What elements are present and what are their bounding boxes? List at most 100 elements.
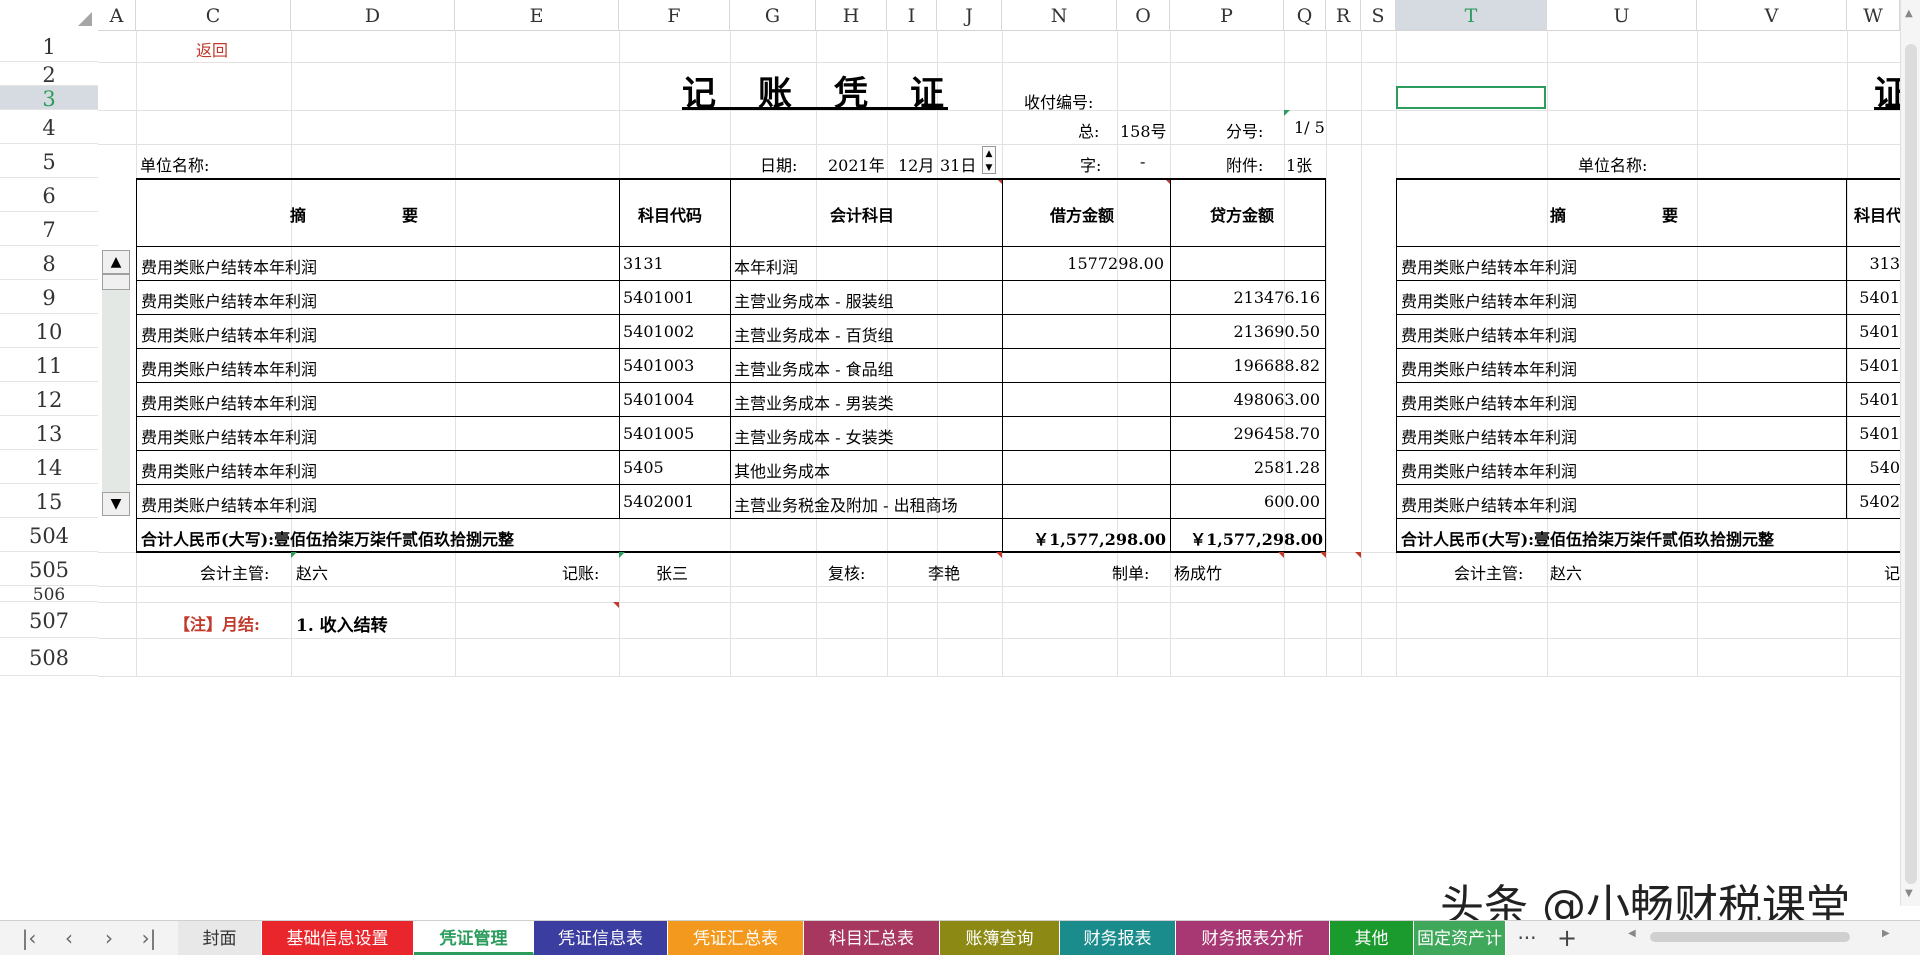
supervisor-name-second: 赵六 — [1550, 564, 1583, 583]
entry-credit: 213690.50 — [1233, 322, 1320, 341]
col-header-o[interactable]: O — [1117, 0, 1170, 30]
col-header-p[interactable]: P — [1170, 0, 1284, 30]
entry-summary-second: 费用类账户结转本年利润 — [1401, 258, 1578, 277]
col-header-e[interactable]: E — [455, 0, 619, 30]
col-header-n[interactable]: N — [1002, 0, 1117, 30]
attach-label: 附件: — [1226, 156, 1264, 175]
col-header-c[interactable]: C — [136, 0, 291, 30]
row-header-14[interactable]: 14 — [0, 450, 98, 484]
col-header-g[interactable]: G — [730, 0, 816, 30]
row-scroll-track[interactable] — [102, 275, 130, 498]
date-spinner[interactable]: ▲ ▼ — [982, 146, 996, 174]
row-header-2[interactable]: 2 — [0, 62, 98, 87]
entry-code: 3131 — [623, 254, 664, 273]
vertical-scroll-thumb[interactable] — [1905, 44, 1917, 884]
total-label: 总: — [1078, 122, 1100, 141]
row-header-8[interactable]: 8 — [0, 246, 98, 280]
prev-sheet-icon[interactable]: ‹ — [54, 921, 84, 955]
scroll-right-icon[interactable]: ▶ — [1882, 928, 1890, 939]
col-header-r[interactable]: R — [1326, 0, 1361, 30]
scroll-top-icon[interactable]: ▲ — [1905, 8, 1913, 19]
entry-code: 5401003 — [623, 356, 695, 375]
sub-value: 1/ 5 — [1294, 118, 1325, 137]
horizontal-scrollbar[interactable]: ◀ ▶ — [1620, 926, 1900, 946]
col-header-a[interactable]: A — [98, 0, 136, 30]
row-header-4[interactable]: 4 — [0, 110, 98, 144]
row-header-506[interactable]: 506 — [0, 586, 98, 604]
row-header-508[interactable]: 508 — [0, 638, 98, 676]
col-header-h[interactable]: H — [816, 0, 887, 30]
total-amount-words-second: 合计人民币(大写):壹佰伍拾柒万柒仟贰佰玖拾捌元整 — [1401, 530, 1775, 549]
row-header-9[interactable]: 9 — [0, 280, 98, 314]
row-header-505[interactable]: 505 — [0, 552, 98, 586]
entry-code-second: 5401 — [1859, 424, 1900, 443]
tab-voucher-info[interactable]: 凭证信息表 — [534, 921, 668, 955]
col-header-d[interactable]: D — [291, 0, 455, 30]
scroll-left-icon[interactable]: ◀ — [1628, 928, 1636, 939]
add-sheet-icon[interactable]: + — [1552, 921, 1582, 955]
scroll-up-icon[interactable]: ▲ — [102, 250, 130, 274]
col-header-w[interactable]: W — [1847, 0, 1900, 30]
row-header-5[interactable]: 5 — [0, 144, 98, 178]
col-header-u[interactable]: U — [1547, 0, 1697, 30]
entry-summary: 费用类账户结转本年利润 — [141, 394, 318, 413]
entry-code-second: 5402 — [1859, 492, 1900, 511]
tab-cover[interactable]: 封面 — [178, 921, 262, 955]
row-header-12[interactable]: 12 — [0, 382, 98, 416]
next-sheet-icon[interactable]: › — [94, 921, 124, 955]
row-header-11[interactable]: 11 — [0, 348, 98, 382]
col-header-v[interactable]: V — [1697, 0, 1847, 30]
entry-summary: 费用类账户结转本年利润 — [141, 326, 318, 345]
reviewer-label: 复核: — [828, 564, 866, 583]
col-header-q[interactable]: Q — [1284, 0, 1326, 30]
sub-label: 分号: — [1226, 122, 1264, 141]
row-header-1[interactable]: 1 — [0, 30, 98, 62]
tab-ledger-query[interactable]: 账簿查询 — [940, 921, 1060, 955]
tab-financial-statements[interactable]: 财务报表 — [1060, 921, 1176, 955]
header-summary-second: 摘 要 — [1550, 206, 1679, 225]
vertical-scrollbar[interactable]: ▲ ▼ — [1900, 0, 1920, 906]
entry-summary-second: 费用类账户结转本年利润 — [1401, 292, 1578, 311]
date-label: 日期: — [760, 156, 798, 175]
row-scroll-thumb[interactable] — [102, 274, 130, 290]
scroll-bottom-icon[interactable]: ▼ — [1905, 888, 1913, 899]
horizontal-scroll-thumb[interactable] — [1650, 932, 1850, 942]
row-header-7[interactable]: 7 — [0, 212, 98, 246]
bookkeeper-label: 记账: — [562, 564, 600, 583]
scroll-down-icon[interactable]: ▼ — [102, 492, 130, 516]
first-sheet-icon[interactable]: |‹ — [14, 921, 44, 955]
row-header-6[interactable]: 6 — [0, 178, 98, 212]
row-header-10[interactable]: 10 — [0, 314, 98, 348]
selected-cell-t3[interactable] — [1396, 86, 1546, 109]
row-header-3[interactable]: 3 — [0, 86, 98, 111]
tab-statement-analysis[interactable]: 财务报表分析 — [1176, 921, 1330, 955]
col-header-f[interactable]: F — [619, 0, 730, 30]
bookkeeper-label-second: 记 — [1884, 564, 1900, 583]
select-all-corner[interactable] — [0, 0, 98, 30]
tab-account-summary[interactable]: 科目汇总表 — [804, 921, 940, 955]
column-header-bar: A C D E F G H I J N O P Q R S T U V W — [0, 0, 1900, 31]
back-link[interactable]: 返回 — [196, 37, 228, 61]
entry-summary: 费用类账户结转本年利润 — [141, 428, 318, 447]
tab-voucher-summary[interactable]: 凭证汇总表 — [668, 921, 804, 955]
row-header-15[interactable]: 15 — [0, 484, 98, 518]
entry-code: 5401001 — [623, 288, 695, 307]
reviewer-name: 李艳 — [928, 564, 961, 583]
col-header-i[interactable]: I — [887, 0, 937, 30]
row-header-13[interactable]: 13 — [0, 416, 98, 450]
col-header-t[interactable]: T — [1396, 0, 1547, 30]
col-header-s[interactable]: S — [1361, 0, 1396, 30]
entry-account: 主营业务成本 - 服装组 — [734, 292, 894, 311]
tab-voucher-management[interactable]: 凭证管理 — [414, 921, 534, 955]
last-sheet-icon[interactable]: ›| — [134, 921, 164, 955]
tab-basic-settings[interactable]: 基础信息设置 — [262, 921, 414, 955]
col-header-j[interactable]: J — [937, 0, 1002, 30]
row-header-504[interactable]: 504 — [0, 518, 98, 552]
tab-other[interactable]: 其他 — [1330, 921, 1414, 955]
row-header-507[interactable]: 507 — [0, 602, 98, 638]
bookkeeper-name: 张三 — [656, 564, 689, 583]
more-tabs-icon[interactable]: ··· — [1512, 921, 1542, 955]
tab-fixed-assets[interactable]: 固定资产计 — [1414, 921, 1506, 955]
header-summary: 摘 要 — [290, 206, 419, 225]
total-amount-words: 合计人民币(大写):壹佰伍拾柒万柒仟贰佰玖拾捌元整 — [141, 530, 515, 549]
